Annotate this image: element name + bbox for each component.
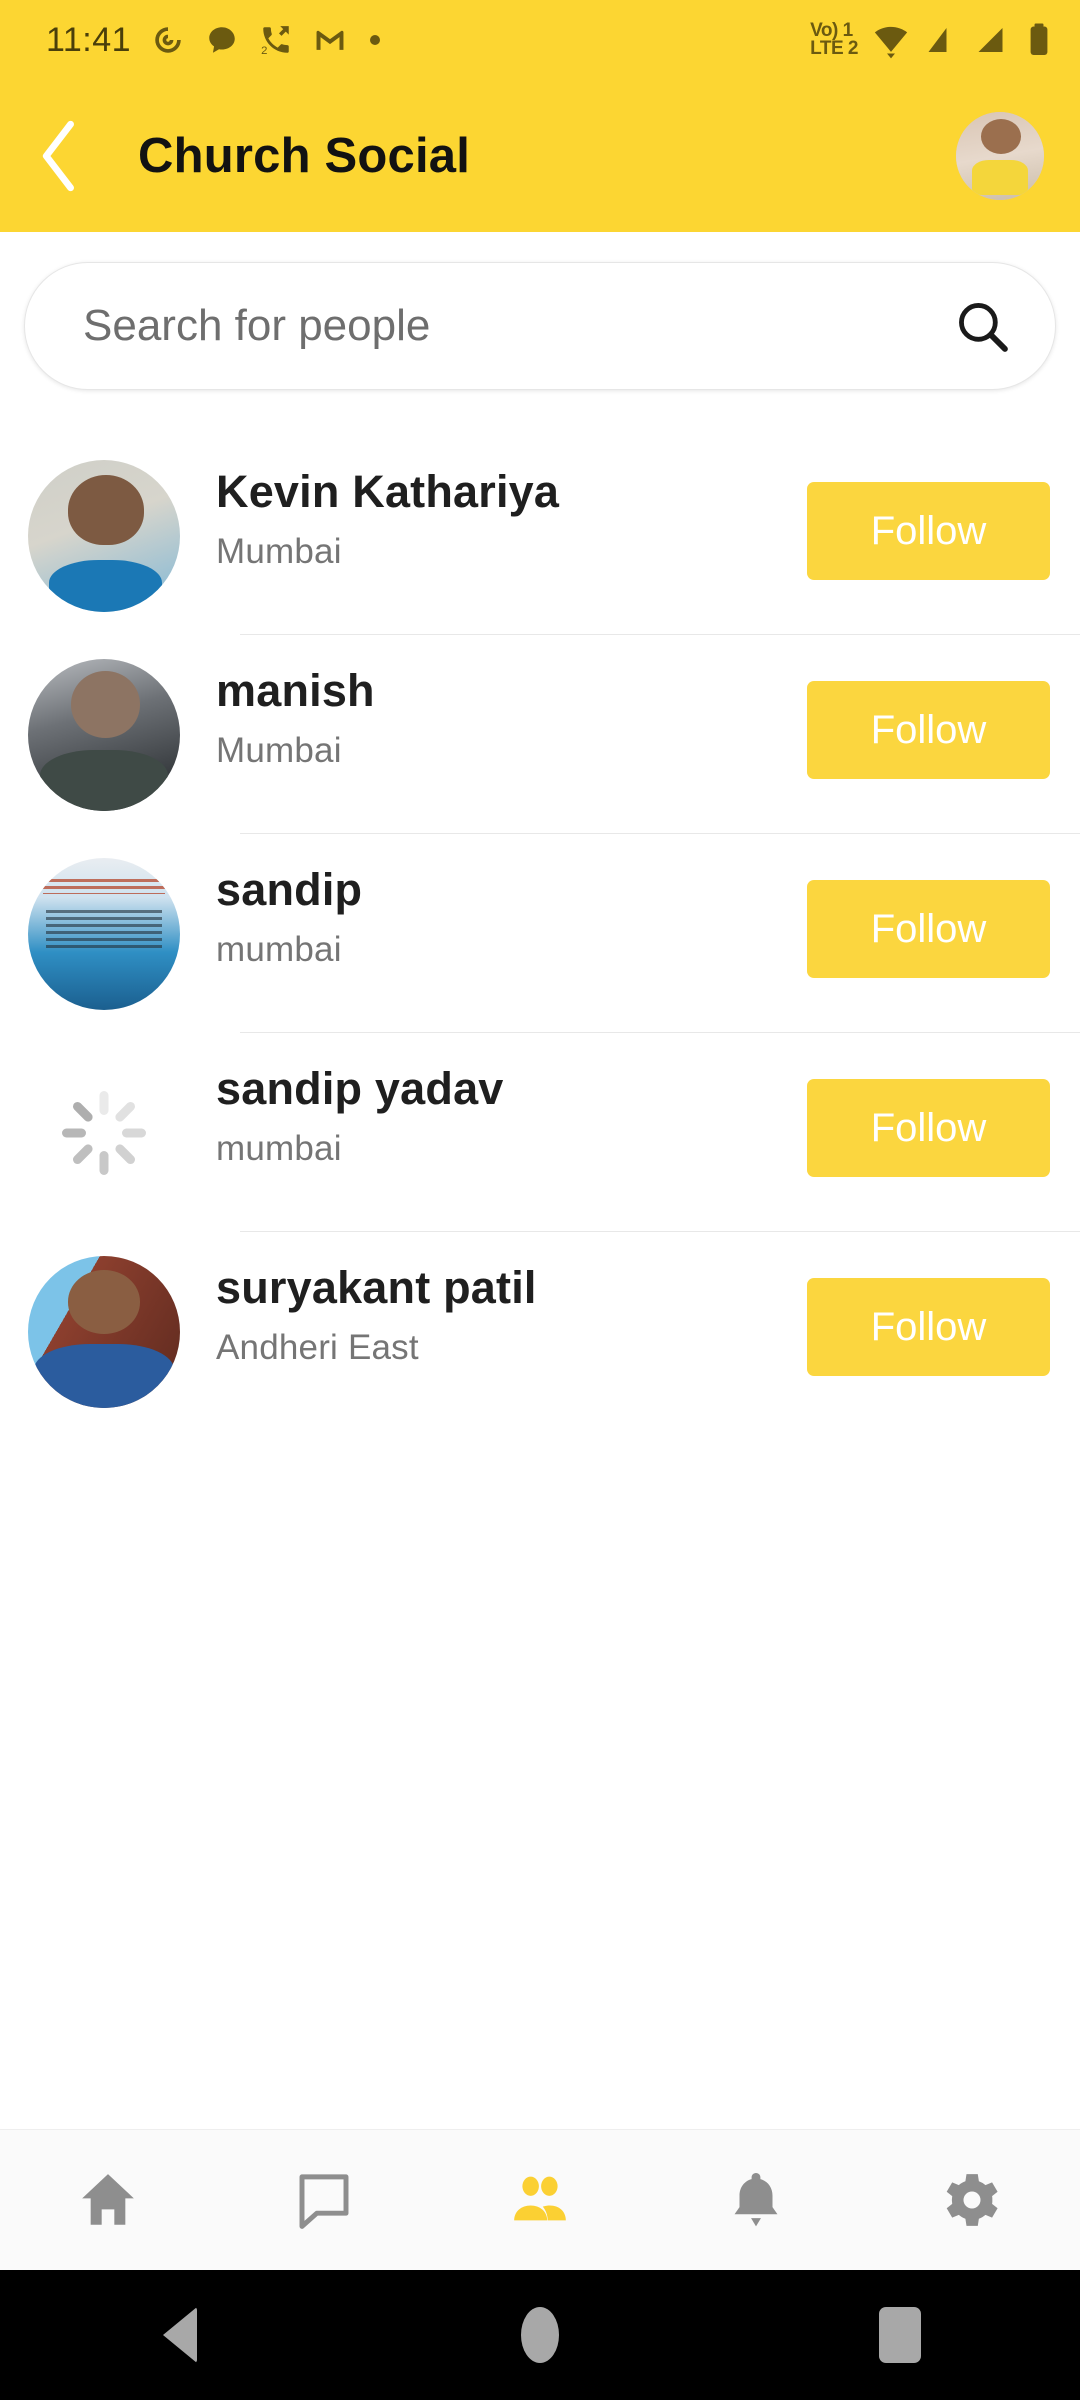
follow-button[interactable]: Follow <box>807 880 1050 978</box>
android-back-button[interactable] <box>0 2307 360 2363</box>
person-name: suryakant patil <box>216 1262 537 1313</box>
chat-bubble-icon <box>209 27 235 53</box>
android-home-button[interactable] <box>360 2307 720 2363</box>
follow-button[interactable]: Follow <box>807 681 1050 779</box>
home-icon <box>82 2174 134 2225</box>
person-location: mumbai <box>216 930 342 969</box>
follow-button[interactable]: Follow <box>807 1278 1050 1376</box>
status-bar: 11:41 2 Vo) 1 LTE 2 <box>0 0 1080 80</box>
nav-home-icon <box>521 2307 559 2363</box>
person-info: sandip yadav mumbai <box>216 1063 807 1169</box>
list-item[interactable]: sandip mumbai Follow <box>0 834 1080 1033</box>
chat-icon <box>299 2174 349 2229</box>
person-info: sandip mumbai <box>216 864 807 970</box>
person-name: sandip <box>216 864 363 915</box>
signal-sim2-icon <box>978 28 1003 52</box>
dot-icon <box>370 35 381 45</box>
person-info: manish Mumbai <box>216 665 807 771</box>
person-location: Andheri East <box>216 1328 419 1367</box>
follow-button[interactable]: Follow <box>807 1079 1050 1177</box>
missed-call-icon: 2 <box>261 26 289 57</box>
profile-avatar-image <box>956 112 1044 200</box>
bell-icon <box>734 2173 778 2227</box>
avatar-image <box>28 858 180 1010</box>
person-location: mumbai <box>216 1129 342 1168</box>
search-container <box>24 262 1056 390</box>
people-list: Kevin Kathariya Mumbai Follow manish Mumbai F… <box>0 436 1080 1431</box>
avatar-loading <box>28 1057 180 1209</box>
search-bar[interactable] <box>24 262 1056 390</box>
back-button[interactable] <box>0 80 120 232</box>
nav-item-settings[interactable] <box>864 2130 1080 2270</box>
svg-text:2: 2 <box>261 45 267 57</box>
person-location: Mumbai <box>216 532 342 571</box>
person-location: Mumbai <box>216 731 342 770</box>
avatar[interactable] <box>28 858 180 1010</box>
android-recents-button[interactable] <box>720 2307 1080 2363</box>
follow-button[interactable]: Follow <box>807 482 1050 580</box>
avatar[interactable] <box>28 460 180 612</box>
list-item[interactable]: manish Mumbai Follow <box>0 635 1080 834</box>
people-icon <box>514 2176 566 2221</box>
swirl-icon <box>155 27 181 53</box>
signal-sim1-icon <box>928 28 947 52</box>
person-name: Kevin Kathariya <box>216 466 560 517</box>
android-navigation-bar <box>0 2270 1080 2400</box>
bottom-navigation <box>0 2129 1080 2270</box>
person-name: sandip yadav <box>216 1063 504 1114</box>
gmail-icon <box>316 30 344 50</box>
gear-icon <box>946 2174 998 2226</box>
battery-icon <box>1030 23 1048 55</box>
avatar[interactable] <box>956 112 1044 200</box>
status-bar-clock: 11:41 <box>46 20 132 59</box>
avatar[interactable] <box>28 1256 180 1408</box>
avatar-image <box>28 1256 180 1408</box>
status-bar-right: Vo) 1 LTE 2 <box>810 21 1054 59</box>
search-input[interactable] <box>83 301 953 351</box>
avatar-image <box>28 460 180 612</box>
nav-item-home[interactable] <box>0 2130 216 2270</box>
nav-back-icon <box>163 2307 197 2363</box>
search-icon[interactable] <box>953 297 1011 355</box>
list-item[interactable]: sandip yadav mumbai Follow <box>0 1033 1080 1232</box>
nav-item-notifications[interactable] <box>648 2130 864 2270</box>
person-info: Kevin Kathariya Mumbai <box>216 466 807 572</box>
person-name: manish <box>216 665 375 716</box>
app-root: 11:41 2 Vo) 1 LTE 2 Church Social Search… <box>0 0 1080 2400</box>
list-item[interactable]: suryakant patil Andheri East Follow <box>0 1232 1080 1431</box>
nav-item-chat[interactable] <box>216 2130 432 2270</box>
app-bar: Church Social <box>0 80 1080 232</box>
avatar-image <box>28 659 180 811</box>
person-info: suryakant patil Andheri East <box>216 1262 807 1368</box>
nav-recent-icon <box>879 2307 921 2363</box>
wifi-icon <box>874 26 908 59</box>
status-bar-left: 11:41 2 <box>46 21 383 60</box>
chevron-left-icon <box>42 120 74 192</box>
volte-icon: Vo) 1 LTE 2 <box>810 19 858 59</box>
list-item[interactable]: Kevin Kathariya Mumbai Follow <box>0 436 1080 635</box>
page-title: Church Social <box>138 129 471 183</box>
avatar[interactable] <box>28 659 180 811</box>
nav-item-people[interactable] <box>432 2130 648 2270</box>
loading-spinner-icon <box>28 1057 180 1209</box>
